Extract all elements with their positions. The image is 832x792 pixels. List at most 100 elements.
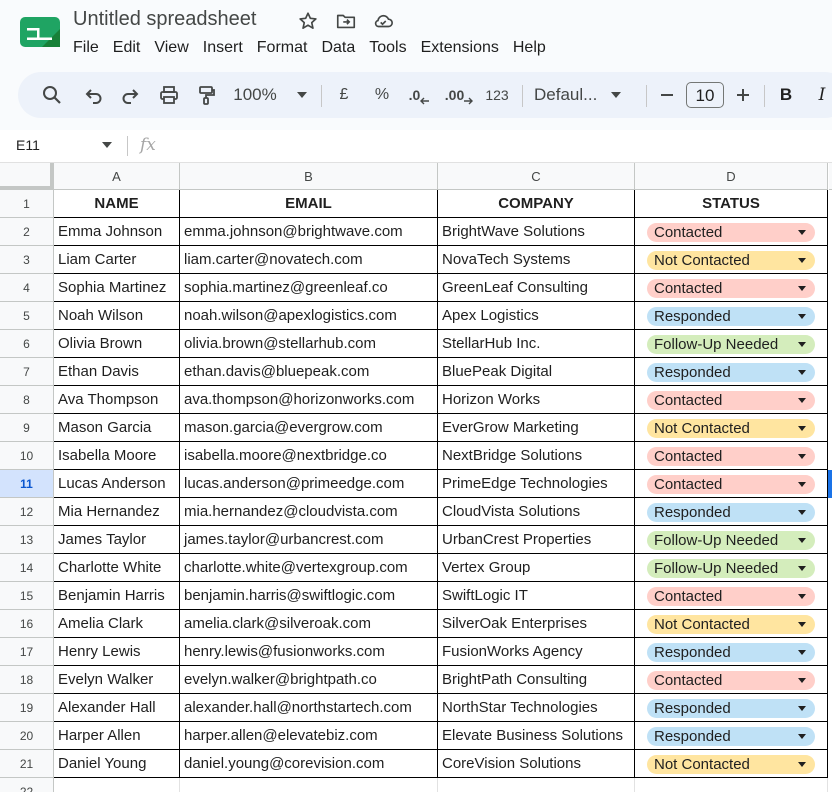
cell-email[interactable]: lucas.anderson@primeedge.com bbox=[180, 470, 438, 498]
move-folder-icon[interactable] bbox=[335, 10, 357, 32]
bold-button[interactable]: B bbox=[774, 72, 798, 118]
cell-email[interactable]: mia.hernandez@cloudvista.com bbox=[180, 498, 438, 526]
row-header-13[interactable]: 13 bbox=[0, 526, 54, 554]
status-chip[interactable]: Responded bbox=[647, 503, 815, 522]
menu-extensions[interactable]: Extensions bbox=[414, 36, 506, 60]
cell-email[interactable]: ava.thompson@horizonworks.com bbox=[180, 386, 438, 414]
cell-email[interactable]: amelia.clark@silveroak.com bbox=[180, 610, 438, 638]
cell-name[interactable]: Daniel Young bbox=[54, 750, 180, 778]
formula-input[interactable] bbox=[172, 136, 812, 156]
cell-status[interactable]: Responded bbox=[635, 498, 828, 526]
status-chip[interactable]: Contacted bbox=[647, 223, 815, 242]
column-header-c[interactable]: C bbox=[438, 163, 635, 190]
cell-company[interactable]: SilverOak Enterprises bbox=[438, 610, 635, 638]
chevron-down-icon[interactable] bbox=[102, 142, 112, 148]
cell-email[interactable]: james.taylor@urbancrest.com bbox=[180, 526, 438, 554]
dropdown-arrow-icon[interactable] bbox=[798, 538, 806, 543]
cell-status[interactable]: Contacted bbox=[635, 386, 828, 414]
column-header-d[interactable]: D bbox=[635, 163, 828, 190]
selected-cell-indicator[interactable] bbox=[828, 470, 832, 498]
row-header-3[interactable]: 3 bbox=[0, 246, 54, 274]
increase-decimal-button[interactable]: .00 bbox=[442, 72, 476, 118]
cell-email[interactable]: sophia.martinez@greenleaf.co bbox=[180, 274, 438, 302]
cell-name[interactable]: Amelia Clark bbox=[54, 610, 180, 638]
status-chip[interactable]: Contacted bbox=[647, 475, 815, 494]
cell-status[interactable]: Not Contacted bbox=[635, 750, 828, 778]
cell-email[interactable]: olivia.brown@stellarhub.com bbox=[180, 330, 438, 358]
dropdown-arrow-icon[interactable] bbox=[798, 594, 806, 599]
cell-name[interactable]: Sophia Martinez bbox=[54, 274, 180, 302]
row-header-10[interactable]: 10 bbox=[0, 442, 54, 470]
cell-status[interactable]: Responded bbox=[635, 302, 828, 330]
dropdown-arrow-icon[interactable] bbox=[798, 370, 806, 375]
row-header-11[interactable]: 11 bbox=[0, 470, 54, 498]
status-chip[interactable]: Responded bbox=[647, 727, 815, 746]
status-chip[interactable]: Contacted bbox=[647, 671, 815, 690]
row-header-6[interactable]: 6 bbox=[0, 330, 54, 358]
cell-status[interactable]: Responded bbox=[635, 638, 828, 666]
status-chip[interactable]: Contacted bbox=[647, 447, 815, 466]
cell-status[interactable]: Contacted bbox=[635, 442, 828, 470]
cell-email[interactable]: mason.garcia@evergrow.com bbox=[180, 414, 438, 442]
increase-font-size-button[interactable] bbox=[732, 72, 754, 118]
cell-empty[interactable] bbox=[635, 778, 828, 792]
cell-name[interactable]: Harper Allen bbox=[54, 722, 180, 750]
cell-status[interactable]: Responded bbox=[635, 722, 828, 750]
cell-status[interactable]: Not Contacted bbox=[635, 610, 828, 638]
cell-company[interactable]: BluePeak Digital bbox=[438, 358, 635, 386]
cell-email[interactable]: ethan.davis@bluepeak.com bbox=[180, 358, 438, 386]
dropdown-arrow-icon[interactable] bbox=[798, 510, 806, 515]
font-size-input[interactable]: 10 bbox=[686, 82, 724, 108]
row-header-18[interactable]: 18 bbox=[0, 666, 54, 694]
row-header-2[interactable]: 2 bbox=[0, 218, 54, 246]
cell-status[interactable]: Contacted bbox=[635, 470, 828, 498]
cell-company[interactable]: CloudVista Solutions bbox=[438, 498, 635, 526]
cell-company[interactable]: Vertex Group bbox=[438, 554, 635, 582]
zoom-select[interactable]: 100% bbox=[230, 72, 310, 118]
header-cell-name[interactable]: NAME bbox=[54, 190, 180, 218]
status-chip[interactable]: Contacted bbox=[647, 391, 815, 410]
cell-name[interactable]: James Taylor bbox=[54, 526, 180, 554]
cell-name[interactable]: Lucas Anderson bbox=[54, 470, 180, 498]
dropdown-arrow-icon[interactable] bbox=[798, 342, 806, 347]
cell-name[interactable]: Mia Hernandez bbox=[54, 498, 180, 526]
header-cell-status[interactable]: STATUS bbox=[635, 190, 828, 218]
row-header-16[interactable]: 16 bbox=[0, 610, 54, 638]
cell-company[interactable]: CoreVision Solutions bbox=[438, 750, 635, 778]
cell-name[interactable]: Ava Thompson bbox=[54, 386, 180, 414]
menu-edit[interactable]: Edit bbox=[106, 36, 148, 60]
row-header-5[interactable]: 5 bbox=[0, 302, 54, 330]
dropdown-arrow-icon[interactable] bbox=[798, 762, 806, 767]
status-chip[interactable]: Contacted bbox=[647, 587, 815, 606]
status-chip[interactable]: Follow-Up Needed bbox=[647, 559, 815, 578]
header-cell-email[interactable]: EMAIL bbox=[180, 190, 438, 218]
cell-status[interactable]: Responded bbox=[635, 694, 828, 722]
status-chip[interactable]: Responded bbox=[647, 643, 815, 662]
cell-company[interactable]: PrimeEdge Technologies bbox=[438, 470, 635, 498]
percent-format-button[interactable]: % bbox=[368, 72, 396, 118]
cell-company[interactable]: Horizon Works bbox=[438, 386, 635, 414]
cell-email[interactable]: benjamin.harris@swiftlogic.com bbox=[180, 582, 438, 610]
currency-format-button[interactable]: £ bbox=[330, 72, 358, 118]
cell-name[interactable]: Isabella Moore bbox=[54, 442, 180, 470]
dropdown-arrow-icon[interactable] bbox=[798, 734, 806, 739]
status-chip[interactable]: Follow-Up Needed bbox=[647, 531, 815, 550]
dropdown-arrow-icon[interactable] bbox=[798, 566, 806, 571]
dropdown-arrow-icon[interactable] bbox=[798, 622, 806, 627]
column-header-a[interactable]: A bbox=[54, 163, 180, 190]
menu-view[interactable]: View bbox=[147, 36, 195, 60]
print-button[interactable] bbox=[155, 72, 183, 118]
cell-company[interactable]: SwiftLogic IT bbox=[438, 582, 635, 610]
name-box[interactable]: E11 bbox=[16, 137, 40, 153]
cell-status[interactable]: Not Contacted bbox=[635, 414, 828, 442]
dropdown-arrow-icon[interactable] bbox=[798, 398, 806, 403]
status-chip[interactable]: Responded bbox=[647, 307, 815, 326]
cell-email[interactable]: noah.wilson@apexlogistics.com bbox=[180, 302, 438, 330]
menu-data[interactable]: Data bbox=[314, 36, 362, 60]
search-menus-button[interactable] bbox=[38, 72, 66, 118]
cell-company[interactable]: FusionWorks Agency bbox=[438, 638, 635, 666]
cell-company[interactable]: BrightWave Solutions bbox=[438, 218, 635, 246]
cell-name[interactable]: Charlotte White bbox=[54, 554, 180, 582]
cell-name[interactable]: Alexander Hall bbox=[54, 694, 180, 722]
cell-empty[interactable] bbox=[438, 778, 635, 792]
